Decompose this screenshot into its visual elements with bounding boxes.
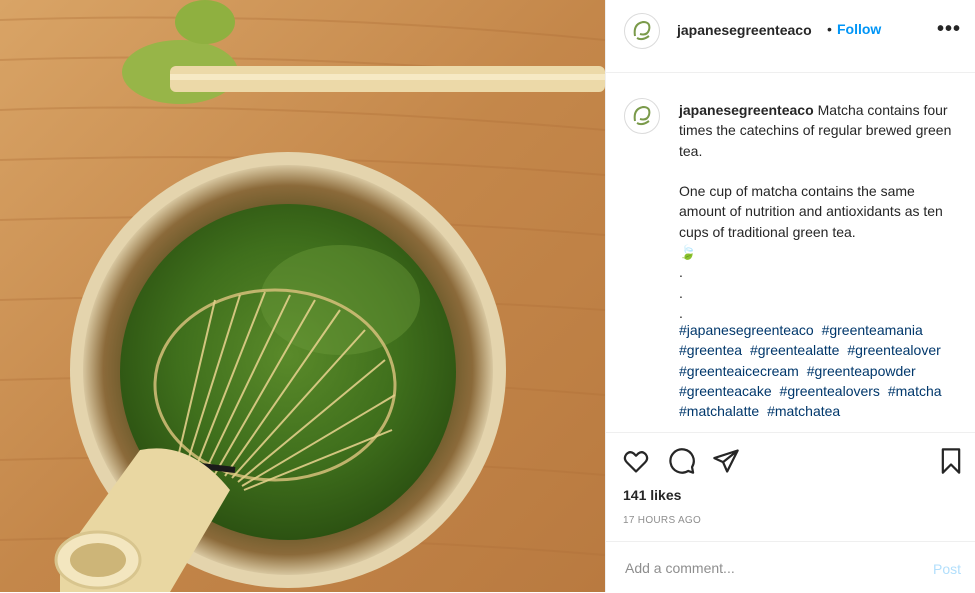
avatar[interactable] (624, 13, 660, 49)
post-comment-button[interactable]: Post (933, 561, 961, 577)
post-image[interactable] (0, 0, 605, 592)
hashtag-link[interactable]: #greenteamania (822, 322, 923, 338)
comment-icon[interactable] (668, 447, 696, 475)
tea-leaf-logo-icon (633, 105, 651, 126)
header-username[interactable]: japanesegreenteaco (677, 22, 812, 38)
matcha-photo (0, 0, 605, 592)
comment-form: Post (606, 541, 975, 593)
heart-icon[interactable] (622, 447, 650, 475)
hashtag-list: #japanesegreenteaco #greenteamania #gree… (679, 320, 959, 421)
hashtag-link[interactable]: #greentealover (847, 342, 940, 358)
post-timestamp[interactable]: 17 HOURS AGO (623, 515, 701, 526)
hashtag-link[interactable]: #greentealatte (750, 342, 840, 358)
hashtag-link[interactable]: #greenteacake (679, 383, 772, 399)
action-bar: 141 likes 17 HOURS AGO (606, 432, 975, 543)
hashtag-link[interactable]: #greenteapowder (807, 363, 916, 379)
hashtag-link[interactable]: #matchatea (767, 403, 840, 419)
post-detail-panel: japanesegreenteaco • Follow ••• japanese… (605, 0, 975, 592)
bookmark-icon[interactable] (937, 447, 965, 475)
post-caption: japanesegreenteaco Matcha contains four t… (679, 100, 959, 323)
hashtag-link[interactable]: #greentea (679, 342, 742, 358)
caption-avatar[interactable] (624, 98, 660, 134)
hashtag-link[interactable]: #japanesegreenteaco (679, 322, 814, 338)
follow-button[interactable]: Follow (837, 21, 881, 37)
like-count[interactable]: 141 likes (623, 487, 681, 503)
share-icon[interactable] (712, 447, 740, 475)
more-options-icon[interactable]: ••• (937, 18, 961, 41)
hashtag-link[interactable]: #matcha (888, 383, 942, 399)
hashtag-link[interactable]: #greentealovers (780, 383, 880, 399)
hashtag-link[interactable]: #greenteaicecream (679, 363, 799, 379)
comment-input[interactable] (623, 556, 917, 580)
post-header: japanesegreenteaco • Follow ••• (606, 0, 975, 73)
caption-username[interactable]: japanesegreenteaco (679, 102, 814, 118)
separator-dot: • (827, 21, 832, 37)
tea-leaf-logo-icon (633, 20, 651, 41)
comments-area[interactable]: japanesegreenteaco Matcha contains four t… (606, 72, 975, 432)
caption-text: Matcha contains four times the catechins… (679, 102, 952, 321)
hashtag-link[interactable]: #matchalatte (679, 403, 759, 419)
